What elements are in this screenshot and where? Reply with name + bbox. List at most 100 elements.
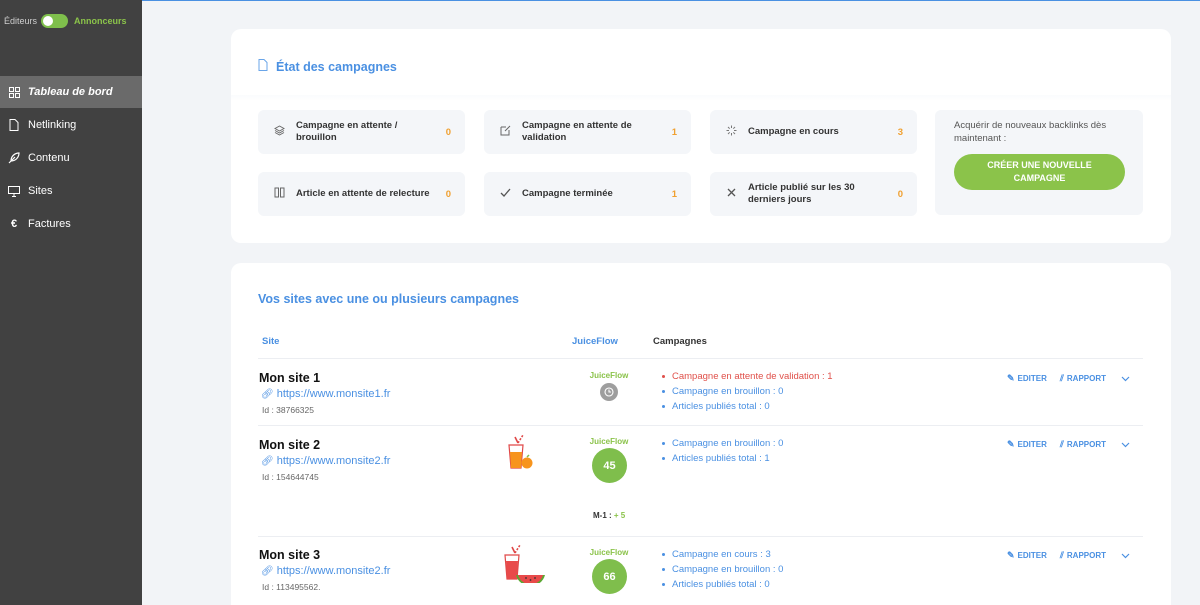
edit-button[interactable]: ✎ EDITER (1007, 373, 1047, 384)
create-campaign-button[interactable]: CRÉER UNE NOUVELLE CAMPAGNE (954, 154, 1125, 190)
role-toggle-switch[interactable] (41, 14, 69, 28)
sidebar-item-factures[interactable]: € Factures (0, 208, 142, 240)
edit-label: EDITER (1017, 440, 1047, 449)
site-url-link[interactable]: 🔗︎ https://www.monsite1.fr (261, 388, 390, 400)
sidebar-item-contenu[interactable]: Contenu (0, 142, 142, 174)
campaign-list: Campagne en attente de validation : 1 Ca… (662, 369, 833, 414)
campaign-item: Articles publiés total : 1 (662, 451, 783, 466)
chevron-down-icon[interactable] (1121, 440, 1130, 450)
stat-value: 1 (671, 126, 677, 138)
campaign-item: Campagne en attente de validation : 1 (662, 369, 833, 384)
sidebar-item-sites[interactable]: Sites (0, 175, 142, 207)
chart-icon: ⫽ (1059, 550, 1064, 560)
report-label: RAPPORT (1066, 440, 1107, 449)
sidebar-item-label: Contenu (28, 152, 70, 164)
site-name: Mon site 1 (259, 371, 321, 385)
link-icon: 🔗︎ (261, 388, 274, 400)
report-label: RAPPORT (1066, 374, 1107, 383)
spinner-icon (724, 125, 738, 139)
juiceflow-label: JuiceFlow (589, 548, 629, 557)
campaign-list: Campagne en brouillon : 0 Articles publi… (662, 436, 783, 466)
edit-button[interactable]: ✎ EDITER (1007, 439, 1047, 450)
sites-card: Vos sites avec une ou plusieurs campagne… (231, 263, 1171, 605)
juiceflow-score-badge: 45 (592, 448, 627, 483)
stat-value: 3 (897, 126, 903, 138)
juiceflow-label: JuiceFlow (589, 437, 629, 446)
grid-icon (8, 86, 20, 98)
stat-label: Campagne en attente / brouillon (296, 120, 398, 143)
report-label: RAPPORT (1066, 551, 1107, 560)
stat-label: Article publié sur les 30 derniers jours (748, 182, 855, 205)
campaign-item: Campagne en brouillon : 0 (662, 436, 783, 451)
campaign-status-title: État des campagnes (258, 59, 397, 74)
campaign-status-card: État des campagnes Campagne en attente /… (231, 29, 1171, 243)
m1-trend: M-1 : + 5 (593, 511, 625, 520)
stat-label: Campagne en cours (748, 126, 839, 137)
campaign-item: Articles publiés total : 0 (662, 577, 783, 592)
sidebar-item-label: Netlinking (28, 119, 77, 131)
report-button[interactable]: ⫽ RAPPORT (1060, 550, 1106, 561)
new-campaign-promo: Acquérir de nouveaux backlinks dès maint… (935, 110, 1143, 215)
stat-campagne-terminee[interactable]: Campagne terminée 1 (484, 172, 691, 216)
row-actions: ✎ EDITER ⫽ RAPPORT (1007, 439, 1130, 450)
column-header-juiceflow[interactable]: JuiceFlow (572, 336, 618, 347)
site-name: Mon site 3 (259, 548, 321, 562)
stat-campagne-en-attente-brouillon[interactable]: Campagne en attente / brouillon 0 (258, 110, 465, 154)
toggle-knob (43, 16, 54, 26)
report-button[interactable]: ⫽ RAPPORT (1060, 373, 1106, 384)
edit-label: EDITER (1017, 551, 1047, 560)
chart-icon: ⫽ (1059, 439, 1064, 449)
campaign-list: Campagne en cours : 3 Campagne en brouil… (662, 547, 783, 592)
stat-campagne-en-cours[interactable]: Campagne en cours 3 (710, 110, 917, 154)
juiceflow-label: JuiceFlow (589, 371, 629, 380)
m1-label: M-1 : (593, 511, 612, 520)
edit-icon: ✎ (1007, 439, 1015, 449)
table-row: Mon site 2 🔗︎ https://www.monsite2.fr Id… (231, 426, 1171, 536)
card-divider (231, 95, 1171, 101)
chevron-down-icon[interactable] (1121, 551, 1130, 561)
stat-label: Article en attente de relecture (296, 188, 430, 199)
stat-value: 1 (671, 188, 677, 200)
campaign-status-title-text: État des campagnes (276, 59, 397, 74)
top-accent-line (0, 0, 1200, 1)
stat-label: Campagne terminée (522, 188, 613, 199)
chart-icon: ⫽ (1059, 373, 1064, 383)
stat-value: 0 (445, 126, 451, 138)
site-name: Mon site 2 (259, 438, 321, 452)
site-url-link[interactable]: 🔗︎ https://www.monsite2.fr (261, 565, 390, 577)
site-id: Id : 154644745 (262, 472, 319, 482)
euro-icon: € (10, 218, 18, 230)
site-url-link[interactable]: 🔗︎ https://www.monsite2.fr (261, 455, 390, 467)
sites-title: Vos sites avec une ou plusieurs campagne… (258, 292, 519, 306)
edit-label: EDITER (1017, 374, 1047, 383)
link-icon: 🔗︎ (261, 455, 274, 467)
sidebar-item-netlinking[interactable]: Netlinking (0, 109, 142, 141)
column-header-site[interactable]: Site (262, 336, 279, 347)
feather-icon (8, 152, 20, 164)
sidebar-nav: Tableau de bord Netlinking Contenu Sites… (0, 76, 142, 241)
stat-article-publie-30-jours[interactable]: Article publié sur les 30 derniers jours… (710, 172, 917, 216)
chevron-down-icon[interactable] (1121, 374, 1130, 384)
sidebar-item-label: Tableau de bord (28, 86, 113, 98)
edit-icon: ✎ (1007, 373, 1015, 383)
sidebar-item-label: Sites (28, 185, 53, 197)
sidebar-item-tableau-de-bord[interactable]: Tableau de bord (0, 76, 142, 108)
juiceflow-score-badge: 66 (592, 559, 627, 594)
x-icon (724, 188, 738, 200)
edit-button[interactable]: ✎ EDITER (1007, 550, 1047, 561)
m1-value: + 5 (613, 511, 626, 520)
campaign-item: Campagne en brouillon : 0 (662, 562, 783, 577)
site-url-text: https://www.monsite2.fr (276, 565, 391, 577)
campaign-item: Articles publiés total : 0 (662, 399, 833, 414)
site-url-text: https://www.monsite1.fr (276, 388, 391, 400)
link-icon: 🔗︎ (261, 565, 274, 577)
stat-article-en-attente-relecture[interactable]: Article en attente de relecture 0 (258, 172, 465, 216)
edit-icon: ✎ (1007, 550, 1015, 560)
stat-value: 0 (445, 188, 451, 200)
report-button[interactable]: ⫽ RAPPORT (1060, 439, 1106, 450)
toggle-label-editeurs: Éditeurs (4, 16, 38, 26)
stat-campagne-en-attente-validation[interactable]: Campagne en attente de validation 1 (484, 110, 691, 154)
columns-icon (272, 187, 286, 201)
row-actions: ✎ EDITER ⫽ RAPPORT (1007, 550, 1130, 561)
check-icon (498, 187, 512, 201)
